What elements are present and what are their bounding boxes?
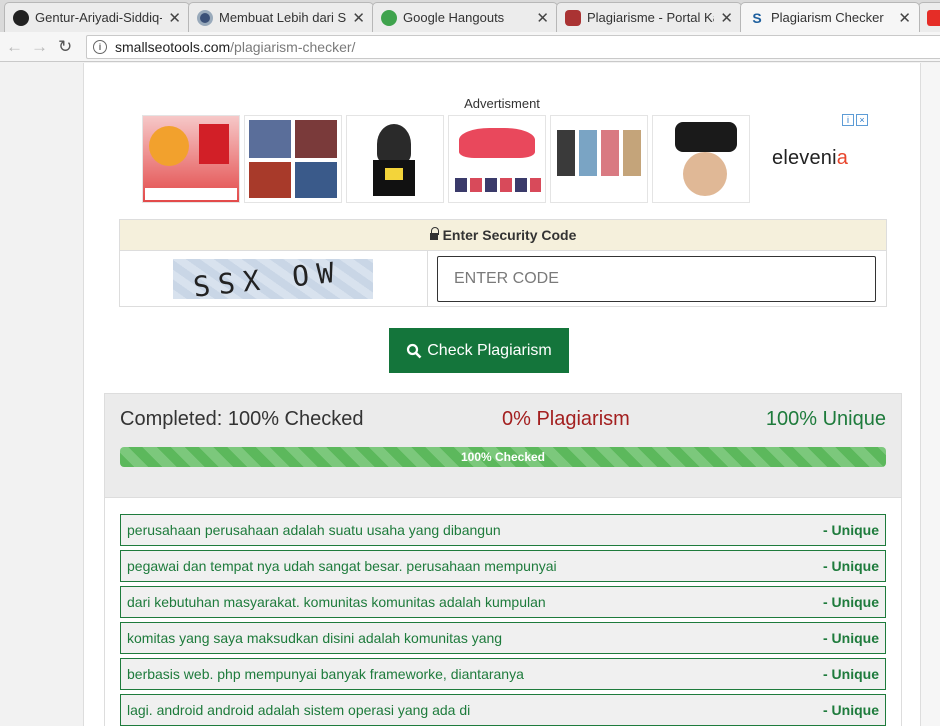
page-margin — [921, 63, 940, 726]
check-plagiarism-label: Check Plagiarism — [427, 341, 552, 359]
tab-hangouts[interactable]: Google Hangouts ✕ — [372, 2, 558, 32]
tab-label: Membuat Lebih dari Sa — [219, 10, 347, 25]
progress-label: 100% Checked — [460, 450, 546, 464]
progress-bar: 100% Checked — [120, 447, 886, 467]
tab-plagiarism-checker[interactable]: S Plagiarism Checker ✕ — [740, 2, 920, 32]
result-row[interactable]: dari kebutuhan masyarakat. komunitas kom… — [120, 586, 886, 618]
lock-icon — [429, 226, 439, 240]
ad-tile-pillows[interactable] — [244, 115, 342, 203]
captcha-text: SSX OW — [191, 259, 344, 299]
tab-label: Plagiarism Checker — [771, 10, 884, 25]
tab-github[interactable]: Gentur-Ariyadi-Siddiq- ✕ — [4, 2, 190, 32]
unique-tag: - Unique — [823, 594, 879, 610]
github-icon — [13, 9, 29, 26]
captcha-image: SSX OW — [173, 259, 373, 299]
tab-label: Gentur-Ariyadi-Siddiq- — [35, 10, 163, 25]
security-code-input[interactable] — [437, 256, 876, 302]
unique-tag: - Unique — [823, 522, 879, 538]
smallseotools-icon: S — [752, 9, 762, 26]
divider — [427, 251, 428, 307]
result-row[interactable]: lagi. android android adalah sistem oper… — [120, 694, 886, 726]
ad-choices[interactable]: i × — [842, 114, 868, 126]
result-row[interactable]: berbasis web. php mempunyai banyak frame… — [120, 658, 886, 690]
ad-tile-vr-headset[interactable] — [652, 115, 750, 203]
tab-label: Google Hangouts — [403, 10, 505, 25]
security-code-header: Enter Security Code — [120, 220, 886, 251]
shield-icon — [565, 9, 581, 26]
unique-tag: - Unique — [823, 702, 879, 718]
search-icon — [407, 343, 422, 358]
close-ad-icon[interactable]: × — [856, 114, 868, 126]
hangouts-icon — [381, 9, 397, 26]
close-icon[interactable]: ✕ — [720, 9, 733, 27]
address-bar[interactable]: i smallseotools.com /plagiarism-checker/ — [86, 35, 940, 59]
result-row[interactable]: pegawai dan tempat nya udah sangat besar… — [120, 550, 886, 582]
ad-tile-makodo[interactable] — [142, 115, 240, 203]
tab-strip: Gentur-Ariyadi-Siddiq- ✕ Membuat Lebih d… — [0, 0, 940, 32]
ad-banner[interactable]: elevenia i × — [142, 114, 868, 203]
result-row[interactable]: perusahaan perusahaan adalah suatu usaha… — [120, 514, 886, 546]
results-panel: Completed: 100% Checked 0% Plagiarism 10… — [104, 393, 902, 726]
back-icon[interactable]: ← — [6, 37, 23, 57]
reload-icon[interactable]: ↻ — [58, 37, 72, 57]
blog-icon — [197, 9, 213, 26]
ad-tile-jars[interactable] — [550, 115, 648, 203]
close-icon[interactable]: ✕ — [352, 9, 365, 27]
result-sentence: perusahaan perusahaan adalah suatu usaha… — [127, 522, 501, 538]
result-row[interactable]: komitas yang saya maksudkan disini adala… — [120, 622, 886, 654]
unique-percent: 100% Unique — [765, 408, 886, 430]
url-host: smallseotools.com — [115, 39, 231, 55]
ad-tile-icecream[interactable] — [346, 115, 444, 203]
brand-accent: a — [836, 147, 849, 169]
completed-status: Completed: 100% Checked — [120, 408, 364, 430]
close-icon[interactable]: ✕ — [898, 9, 911, 27]
unique-tag: - Unique — [823, 630, 879, 646]
result-list: perusahaan perusahaan adalah suatu usaha… — [120, 514, 886, 726]
ad-tile-shoes[interactable] — [448, 115, 546, 203]
brand-name: eleveni — [772, 147, 837, 169]
result-sentence: pegawai dan tempat nya udah sangat besar… — [127, 558, 557, 574]
youtube-icon — [927, 9, 940, 26]
plagiarism-percent: 0% Plagiarism — [502, 408, 630, 430]
adchoices-icon[interactable]: i — [842, 114, 854, 126]
unique-tag: - Unique — [823, 558, 879, 574]
page-content: Advertisment elevenia i × Enter Security… — [83, 63, 921, 726]
tab-label: Plagiarisme - Portal Ka — [587, 10, 715, 25]
forward-icon[interactable]: → — [31, 37, 48, 57]
close-icon[interactable]: ✕ — [536, 9, 549, 27]
result-sentence: komitas yang saya maksudkan disini adala… — [127, 630, 503, 646]
result-sentence: lagi. android android adalah sistem oper… — [127, 702, 471, 718]
result-sentence: dari kebutuhan masyarakat. komunitas kom… — [127, 594, 546, 610]
security-code-title: Enter Security Code — [442, 227, 577, 243]
security-code-panel: Enter Security Code SSX OW — [119, 219, 887, 307]
results-summary: Completed: 100% Checked 0% Plagiarism 10… — [105, 394, 901, 498]
tab-youtube[interactable] — [918, 2, 940, 32]
tab-blog[interactable]: Membuat Lebih dari Sa ✕ — [188, 2, 374, 32]
elevenia-logo[interactable]: elevenia — [772, 147, 848, 170]
browser-toolbar: ← → ↻ i smallseotools.com /plagiarism-ch… — [0, 32, 940, 62]
info-icon[interactable]: i — [93, 40, 107, 54]
unique-tag: - Unique — [823, 666, 879, 682]
tab-portal[interactable]: Plagiarisme - Portal Ka ✕ — [556, 2, 742, 32]
check-plagiarism-button[interactable]: Check Plagiarism — [389, 328, 569, 373]
result-sentence: berbasis web. php mempunyai banyak frame… — [127, 666, 524, 682]
ad-label: Advertisment — [464, 96, 540, 111]
url-path: /plagiarism-checker/ — [230, 39, 356, 55]
close-icon[interactable]: ✕ — [168, 9, 181, 27]
